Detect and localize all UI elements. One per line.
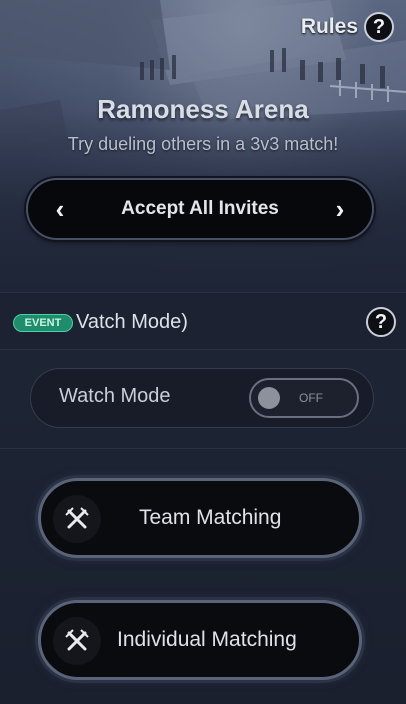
crossed-swords-icon — [53, 617, 101, 665]
rules-link[interactable]: Rules ? — [301, 12, 394, 42]
toggle-knob — [258, 387, 280, 409]
event-help-icon[interactable]: ? — [366, 307, 396, 337]
individual-matching-button[interactable]: Individual Matching — [38, 600, 362, 680]
watch-mode-row: Watch Mode OFF — [30, 368, 374, 428]
watch-mode-toggle[interactable]: OFF — [249, 378, 359, 418]
arena-title: Ramoness Arena — [97, 94, 309, 124]
chevron-left-icon[interactable]: ‹ — [48, 196, 72, 222]
crossed-swords-icon — [53, 495, 101, 543]
event-badge: EVENT — [13, 314, 73, 332]
watch-mode-label: Watch Mode — [59, 385, 171, 407]
chevron-right-icon[interactable]: › — [328, 196, 352, 222]
team-matching-label: Team Matching — [139, 506, 282, 529]
rules-help-icon[interactable]: ? — [364, 12, 394, 42]
rules-label: Rules — [300, 15, 358, 38]
toggle-state-label: OFF — [299, 391, 323, 405]
individual-matching-label: Individual Matching — [117, 628, 297, 651]
event-section-title: Vatch Mode) — [76, 311, 188, 333]
team-matching-button[interactable]: Team Matching — [38, 478, 362, 558]
invite-mode-selector: ‹ Accept All Invites › — [26, 178, 374, 240]
arena-subtitle: Try dueling others in a 3v3 match! — [67, 134, 339, 154]
invite-mode-label: Accept All Invites — [121, 198, 279, 219]
event-section-header: EVENT Vatch Mode) ? — [0, 292, 406, 350]
section-divider — [0, 448, 406, 449]
